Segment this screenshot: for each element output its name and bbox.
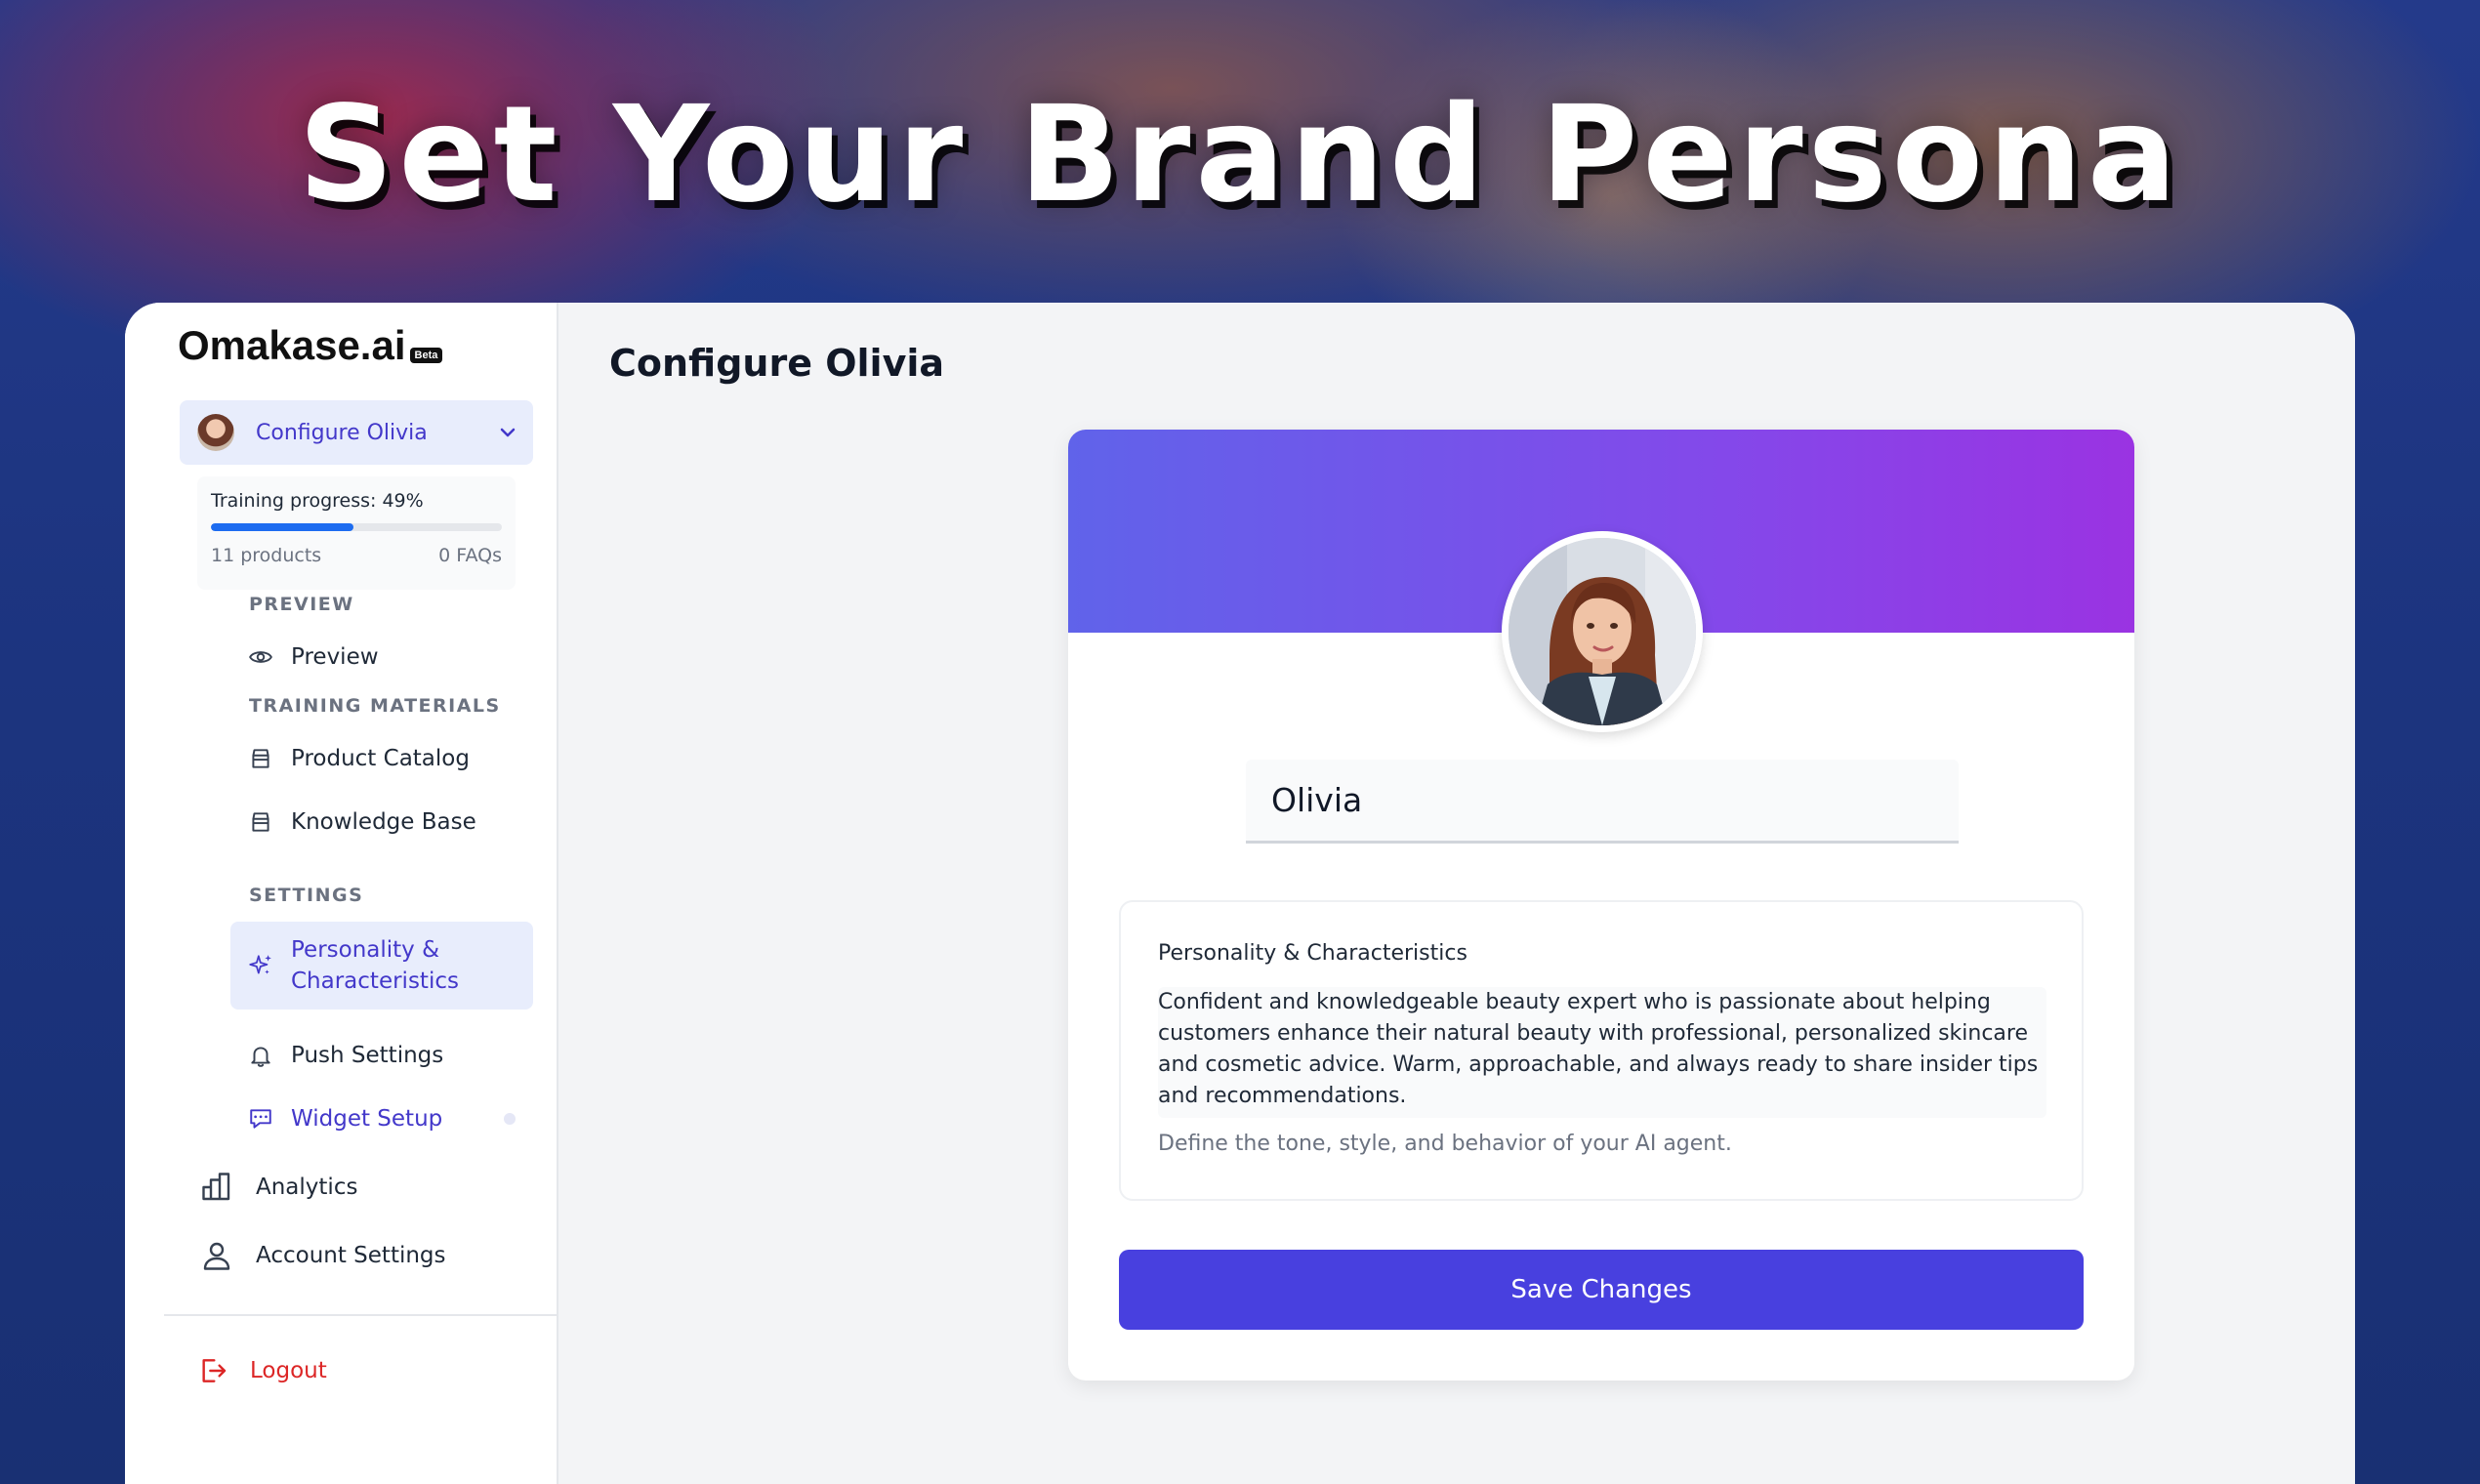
products-count: 11 products xyxy=(211,545,322,566)
agent-selector[interactable]: Configure Olivia xyxy=(180,400,533,465)
agent-selector-label: Configure Olivia xyxy=(256,420,428,445)
sidebar-item-label: Knowledge Base xyxy=(291,809,476,835)
sparkles-icon xyxy=(249,955,271,974)
section-label-preview: PREVIEW xyxy=(249,594,354,615)
chat-bubble-icon xyxy=(250,1109,271,1129)
logout-icon xyxy=(202,1359,227,1382)
sidebar-item-knowledge-base[interactable]: Knowledge Base xyxy=(230,796,533,848)
sidebar-divider xyxy=(164,1314,557,1316)
bar-chart-icon xyxy=(202,1173,230,1201)
bell-icon xyxy=(251,1047,270,1067)
app-window: Omakase.ai Beta Configure Olivia Trainin… xyxy=(125,303,2355,1484)
sidebar-item-preview[interactable]: Preview xyxy=(230,631,533,683)
personality-textarea[interactable]: Confident and knowledgeable beauty exper… xyxy=(1158,987,2046,1118)
section-label-settings: SETTINGS xyxy=(249,885,364,906)
persona-card: Personality & Characteristics Confident … xyxy=(1068,430,2134,1381)
persona-portrait xyxy=(1509,538,1696,725)
sidebar-item-label: Product Catalog xyxy=(291,746,470,771)
user-icon xyxy=(203,1242,230,1270)
sidebar-item-label: Personality & xyxy=(291,937,440,963)
sidebar-item-label: Characteristics xyxy=(291,969,459,994)
persona-avatar[interactable] xyxy=(1502,531,1703,732)
sidebar-item-product-catalog[interactable]: Product Catalog xyxy=(230,732,533,785)
eye-icon xyxy=(249,651,272,663)
beta-badge: Beta xyxy=(409,348,443,363)
main-content: Configure Olivia Olivia Personality & Ch… xyxy=(558,303,2355,1484)
logout-label: Logout xyxy=(250,1358,327,1383)
personality-label: Personality & Characteristics xyxy=(1158,941,1467,966)
logo-text: Omakase.ai xyxy=(178,322,406,368)
logo[interactable]: Omakase.ai Beta xyxy=(178,322,443,369)
faqs-count: 0 FAQs xyxy=(438,545,502,566)
chevron-down-icon xyxy=(500,428,516,437)
personality-hint: Define the tone, style, and behavior of … xyxy=(1158,1132,1732,1156)
save-changes-button[interactable]: Save Changes xyxy=(1119,1250,2084,1330)
training-progress-card: Training progress: 49% 11 products 0 FAQ… xyxy=(197,476,516,590)
training-progress-fill xyxy=(211,523,354,531)
sidebar-item-label: Widget Setup xyxy=(291,1106,443,1132)
logout-button[interactable]: Logout xyxy=(197,1355,327,1386)
archive-icon xyxy=(252,749,269,768)
page-title: Configure Olivia xyxy=(609,342,945,385)
sidebar-item-label: Account Settings xyxy=(256,1243,446,1268)
training-progress-text: Training progress: 49% xyxy=(211,490,424,512)
sidebar-item-push-settings[interactable]: Push Settings xyxy=(230,1029,533,1082)
sidebar-item-label: Preview xyxy=(291,644,379,670)
sidebar-item-label: Analytics xyxy=(256,1175,358,1200)
agent-name-input[interactable] xyxy=(1246,760,1959,844)
sidebar-item-analytics[interactable]: Analytics xyxy=(199,1158,357,1216)
archive-icon xyxy=(252,812,269,832)
training-progress-bar xyxy=(211,523,502,531)
hero-title: Set Your Brand Persona xyxy=(298,78,2182,232)
sidebar-item-personality[interactable]: Personality & Characteristics xyxy=(230,922,533,1010)
sidebar: Omakase.ai Beta Configure Olivia Trainin… xyxy=(125,303,558,1484)
section-label-training-materials: TRAINING MATERIALS xyxy=(249,695,501,717)
personality-section: Personality & Characteristics Confident … xyxy=(1119,900,2084,1201)
status-dot xyxy=(504,1113,516,1125)
sidebar-item-widget-setup[interactable]: Widget Setup xyxy=(230,1092,533,1145)
agent-avatar xyxy=(197,414,234,451)
sidebar-item-label: Push Settings xyxy=(291,1043,444,1068)
sidebar-item-account-settings[interactable]: Account Settings xyxy=(199,1226,446,1285)
